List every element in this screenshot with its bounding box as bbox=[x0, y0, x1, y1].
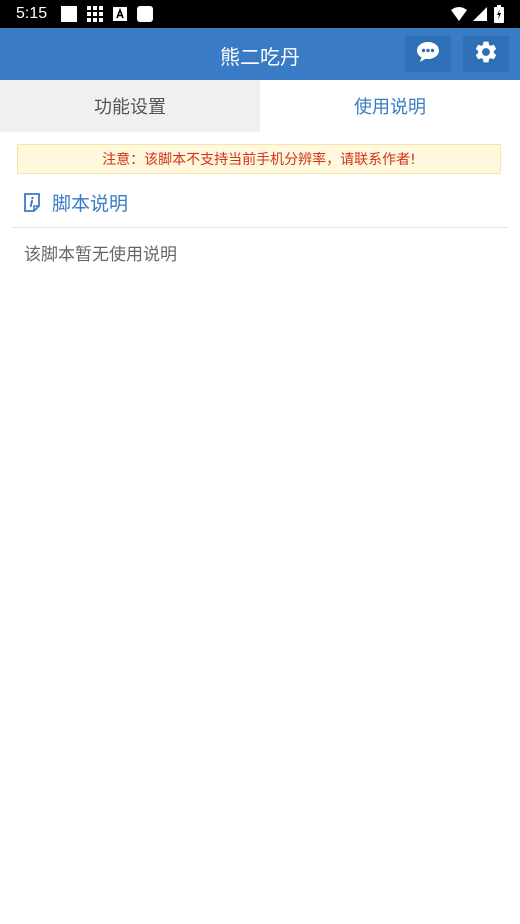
gear-icon bbox=[473, 39, 499, 69]
accessibility-app-icon bbox=[112, 5, 128, 23]
section-content: 该脚本暂无使用说明 bbox=[24, 245, 177, 265]
status-time: 5:15 bbox=[16, 5, 48, 22]
settings-button[interactable] bbox=[463, 36, 509, 72]
status-bar: 5:15 bbox=[0, 0, 520, 28]
info-note-icon bbox=[22, 192, 42, 212]
section-header: 脚本说明 bbox=[22, 188, 128, 216]
divider bbox=[12, 227, 508, 228]
battery-icon bbox=[494, 5, 504, 23]
grid-icon bbox=[86, 5, 104, 23]
app-square-icon bbox=[136, 5, 154, 23]
chat-bubble-icon bbox=[415, 40, 441, 68]
wifi-icon bbox=[450, 5, 468, 23]
feedback-button[interactable] bbox=[405, 36, 451, 72]
notification-icon bbox=[60, 5, 78, 23]
signal-icon bbox=[472, 5, 488, 23]
tab-usage-instructions[interactable]: 使用说明 bbox=[260, 80, 520, 132]
warning-notice-text: 注意：该脚本不支持当前手机分辨率，请联系作者! bbox=[102, 152, 416, 168]
tab-bar: 功能设置 使用说明 bbox=[0, 80, 520, 132]
warning-notice: 注意：该脚本不支持当前手机分辨率，请联系作者! bbox=[17, 144, 501, 174]
app-bar: 熊二吃丹 bbox=[0, 28, 520, 80]
section-title: 脚本说明 bbox=[52, 192, 129, 215]
tab-feature-settings[interactable]: 功能设置 bbox=[0, 80, 260, 132]
